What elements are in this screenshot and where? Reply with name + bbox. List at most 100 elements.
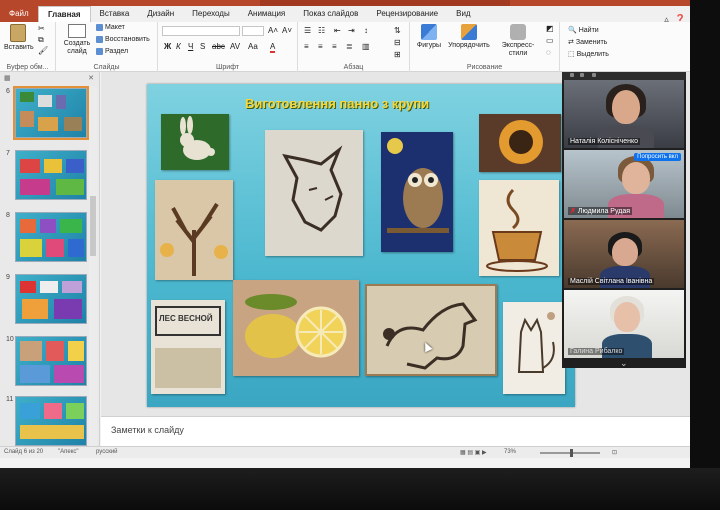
grid-view-icon[interactable]: [580, 73, 584, 77]
minimize-panel-icon[interactable]: [592, 73, 596, 77]
rabbit-artwork[interactable]: [161, 114, 229, 170]
select-button[interactable]: ⬚ Выделить: [568, 50, 609, 59]
shape-effects-icon[interactable]: ◌: [546, 48, 551, 57]
view-buttons[interactable]: ▦ ▤ ▣ ▶: [460, 449, 487, 456]
grow-font-icon[interactable]: A˄: [268, 26, 278, 35]
font-size-box[interactable]: [242, 26, 264, 36]
tab-home[interactable]: Главная: [38, 6, 91, 22]
copy-icon[interactable]: ⧉: [38, 35, 44, 45]
arrange-label: Упорядочить: [448, 42, 490, 49]
section-button[interactable]: Раздел: [96, 48, 128, 55]
wolf-artwork[interactable]: [265, 130, 363, 256]
participant-tile[interactable]: Маслій Світлана Іванівна: [564, 220, 684, 288]
tab-transitions[interactable]: Переходы: [183, 6, 239, 22]
thumbnail-image: [15, 274, 87, 324]
participant-tile[interactable]: Наталія Колісніченко: [564, 80, 684, 148]
font-name-box[interactable]: [162, 26, 240, 36]
line-spacing-icon[interactable]: ↕: [364, 26, 368, 35]
select-icon: ⬚: [568, 51, 575, 58]
align-left-icon[interactable]: ≡: [304, 42, 309, 51]
replace-button[interactable]: ⇄ Заменить: [568, 38, 607, 47]
ask-unmute-button[interactable]: Попросить вкл: [634, 153, 681, 161]
font-color-icon[interactable]: A: [270, 42, 276, 53]
tree-artwork[interactable]: [155, 180, 233, 280]
smartart-icon[interactable]: ⊞: [394, 50, 401, 59]
shape-fill-icon[interactable]: ◩: [546, 24, 554, 33]
layout-button[interactable]: Макет: [96, 24, 125, 31]
justify-icon[interactable]: ≣: [346, 42, 353, 51]
participant-tile[interactable]: Галина Рибалко: [564, 290, 684, 358]
coffee-artwork[interactable]: [479, 180, 559, 276]
tab-slideshow[interactable]: Показ слайдов: [294, 6, 367, 22]
strikethrough-icon[interactable]: abc: [212, 42, 225, 51]
current-slide[interactable]: Виготовлення панно з крупи ЛЕС ВЕСНОЙ: [147, 84, 575, 407]
close-pane-icon[interactable]: ✕: [88, 74, 94, 82]
align-right-icon[interactable]: ≡: [332, 42, 337, 51]
layout-label: Макет: [105, 24, 125, 31]
font-group-label: Шрифт: [215, 64, 240, 71]
thumbnails-tabs: ▦ ✕: [2, 74, 98, 84]
tab-design[interactable]: Дизайн: [138, 6, 183, 22]
shapes-icon: [421, 24, 437, 40]
participant-tile[interactable]: Попросить вкл ✗ Людмила Рудая: [564, 150, 684, 218]
thumbnails-scrollbar[interactable]: [89, 86, 97, 446]
tab-review[interactable]: Рецензирование: [367, 6, 447, 22]
numbering-icon[interactable]: ☷: [318, 26, 325, 35]
forest-sign-artwork[interactable]: ЛЕС ВЕСНОЙ: [151, 300, 225, 394]
sunflower-artwork[interactable]: [479, 114, 561, 172]
tab-view[interactable]: Вид: [447, 6, 479, 22]
slide-counter: Слайд 6 из 20: [4, 449, 44, 455]
decrease-indent-icon[interactable]: ⇤: [334, 26, 341, 35]
tab-animations[interactable]: Анимация: [239, 6, 295, 22]
horse-artwork[interactable]: [365, 284, 497, 376]
paste-button[interactable]: Вставить: [4, 24, 34, 52]
chevron-down-icon[interactable]: ⌄: [620, 358, 628, 369]
bold-icon[interactable]: Ж: [164, 42, 171, 51]
tab-insert[interactable]: Вставка: [91, 6, 139, 22]
new-slide-button[interactable]: Создать слайд: [62, 24, 92, 56]
shapes-button[interactable]: Фигуры: [414, 24, 444, 50]
increase-indent-icon[interactable]: ⇥: [348, 26, 355, 35]
bullets-icon[interactable]: ☰: [304, 26, 311, 35]
participant-name: Наталія Колісніченко: [568, 138, 641, 145]
arrange-button[interactable]: Упорядочить: [446, 24, 492, 50]
align-text-icon[interactable]: ⊟: [394, 38, 401, 47]
participant-face: [612, 238, 638, 266]
cat-artwork[interactable]: [503, 302, 565, 394]
find-button[interactable]: 🔍 Найти: [568, 26, 599, 35]
format-painter-icon[interactable]: 🖌: [38, 46, 48, 55]
slide-title[interactable]: Виготовлення панно з крупи: [245, 96, 429, 111]
italic-icon[interactable]: К: [176, 42, 181, 51]
sunflower-figure: [499, 120, 543, 164]
shape-outline-icon[interactable]: ▭: [546, 36, 554, 45]
reset-button[interactable]: Восстановить: [96, 36, 150, 43]
powerpoint-window: Файл Главная Вставка Дизайн Переходы Ани…: [0, 0, 690, 468]
notes-pane[interactable]: Заметки к слайду: [101, 416, 690, 446]
language[interactable]: русский: [96, 449, 118, 455]
owl-artwork[interactable]: [381, 132, 453, 252]
shadow-icon[interactable]: S: [200, 42, 205, 51]
lemon-artwork[interactable]: [233, 280, 359, 376]
spacing-icon[interactable]: AV: [230, 42, 240, 51]
zoom-slider-handle[interactable]: [570, 449, 573, 457]
participant-name: Людмила Рудая: [577, 208, 630, 215]
section-icon: [96, 48, 103, 55]
slides-tab-icon[interactable]: ▦: [4, 74, 11, 82]
cut-icon[interactable]: ✂: [38, 24, 45, 33]
replace-icon: ⇄: [568, 39, 574, 46]
scrollbar-thumb[interactable]: [90, 196, 96, 256]
shrink-font-icon[interactable]: A˅: [282, 26, 292, 35]
columns-icon[interactable]: ▥: [362, 42, 370, 51]
text-direction-icon[interactable]: ⇅: [394, 26, 401, 35]
tab-file[interactable]: Файл: [0, 6, 38, 22]
coffee-cup-figure: [486, 188, 548, 272]
paste-label: Вставить: [4, 44, 34, 51]
change-case-icon[interactable]: Aa: [248, 42, 258, 51]
underline-icon[interactable]: Ч: [188, 42, 193, 51]
fit-to-window-icon[interactable]: ⊡: [612, 449, 617, 456]
quick-styles-button[interactable]: Экспресс-стили: [494, 24, 542, 58]
paste-icon: [10, 24, 26, 42]
zoom-level[interactable]: 73%: [504, 449, 516, 455]
align-center-icon[interactable]: ≡: [318, 42, 323, 51]
view-mode-icon[interactable]: [570, 73, 574, 77]
